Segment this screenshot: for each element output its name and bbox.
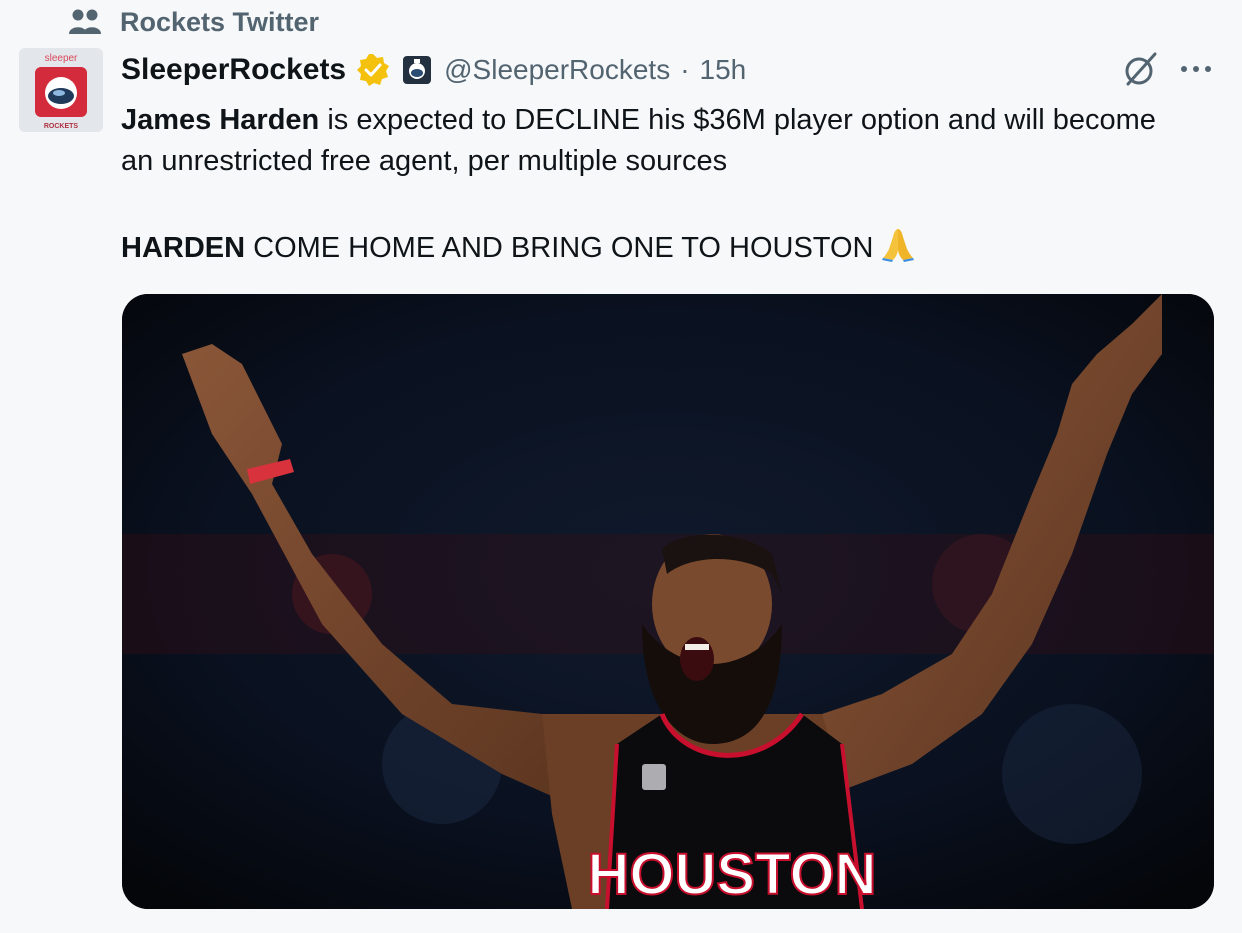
- tweet-bold-name: James Harden: [121, 104, 320, 136]
- tweet-paragraph-2: HARDEN COME HOME AND BRING ONE TO HOUSTO…: [121, 225, 1181, 275]
- tweet-body: James Harden is expected to DECLINE his …: [121, 100, 1181, 275]
- tweet-timestamp[interactable]: 15h: [700, 54, 747, 86]
- community-name[interactable]: Rockets Twitter: [120, 7, 319, 38]
- grok-icon[interactable]: [1122, 50, 1160, 88]
- avatar-label-bottom: ROCKETS: [44, 123, 79, 130]
- tweet-header: SleeperRockets @SleeperRockets · 15h: [121, 50, 746, 90]
- tweet-media-image[interactable]: HOUSTON: [122, 294, 1214, 909]
- more-icon[interactable]: [1178, 54, 1214, 84]
- community-people-icon: [68, 8, 102, 36]
- tweet-text-2: COME HOME AND BRING ONE TO HOUSTON: [245, 232, 874, 264]
- jersey-text: HOUSTON: [588, 842, 877, 907]
- tweet-paragraph-1: James Harden is expected to DECLINE his …: [121, 100, 1181, 182]
- author-handle[interactable]: @SleeperRockets: [444, 54, 670, 86]
- community-header[interactable]: Rockets Twitter: [68, 6, 319, 38]
- separator-dot: ·: [680, 54, 690, 85]
- author-display-name[interactable]: SleeperRockets: [121, 53, 346, 87]
- verified-badge-icon[interactable]: [356, 53, 390, 87]
- avatar-label-top: sleeper: [45, 53, 78, 64]
- affiliate-badge-icon[interactable]: [400, 53, 434, 87]
- folded-hands-icon: [879, 225, 917, 275]
- avatar[interactable]: sleeper ROCKETS: [19, 48, 103, 132]
- tweet-bold-harden: HARDEN: [121, 232, 246, 264]
